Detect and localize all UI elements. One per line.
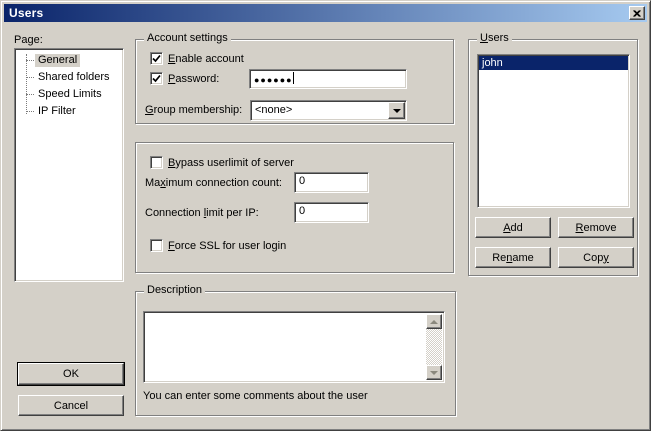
add-button[interactable]: Add <box>475 217 551 238</box>
scroll-up-button[interactable] <box>426 314 442 329</box>
force-ssl-checkbox[interactable]: Force SSL for user login <box>150 239 286 252</box>
scrollbar-track[interactable] <box>426 329 442 365</box>
page-tree[interactable]: General Shared folders Speed Limits IP F… <box>14 48 124 282</box>
vertical-scrollbar[interactable] <box>426 314 442 380</box>
checkbox-checked-icon <box>150 52 163 65</box>
users-group-label: Users <box>477 32 512 45</box>
cancel-button[interactable]: Cancel <box>18 395 124 416</box>
chevron-down-icon <box>393 109 401 113</box>
description-hint: You can enter some comments about the us… <box>143 390 368 403</box>
description-group-label: Description <box>144 284 205 297</box>
copy-button[interactable]: Copy <box>558 247 634 268</box>
account-settings-group-label: Account settings <box>144 32 231 45</box>
tree-item-shared-folders[interactable]: Shared folders <box>17 69 121 86</box>
checkbox-unchecked-icon <box>150 239 163 252</box>
checkbox-checked-icon <box>150 72 163 85</box>
password-checkbox[interactable]: Password: <box>150 72 219 85</box>
scroll-down-button[interactable] <box>426 365 442 380</box>
connection-limit-label: Connection limit per IP: <box>145 207 259 220</box>
password-input[interactable]: ●●●●●● <box>249 69 407 89</box>
tree-item-general[interactable]: General <box>17 52 121 69</box>
description-textarea[interactable] <box>143 311 445 383</box>
max-connection-input[interactable]: 0 <box>294 172 369 193</box>
users-group: Users john Add Remove Rename Copy <box>468 39 638 276</box>
title-bar[interactable]: Users <box>4 4 647 22</box>
tree-item-ip-filter[interactable]: IP Filter <box>17 103 121 120</box>
rename-button[interactable]: Rename <box>475 247 551 268</box>
arrow-down-icon <box>430 371 438 375</box>
enable-account-checkbox[interactable]: Enable account <box>150 52 244 65</box>
users-dialog: Users Page: General Shared folders Speed… <box>0 0 651 431</box>
close-icon <box>633 10 641 17</box>
bypass-userlimit-checkbox[interactable]: Bypass userlimit of server <box>150 156 294 169</box>
window-title: Users <box>4 6 43 20</box>
list-item[interactable]: john <box>479 56 628 70</box>
group-membership-select[interactable]: <none> <box>250 100 407 121</box>
remove-button[interactable]: Remove <box>558 217 634 238</box>
group-membership-label: Group membership: <box>145 104 242 117</box>
account-settings-group: Account settings Enable account Password… <box>135 39 454 124</box>
connection-limit-input[interactable]: 0 <box>294 202 369 223</box>
ok-button[interactable]: OK <box>17 362 125 386</box>
arrow-up-icon <box>430 320 438 324</box>
checkbox-unchecked-icon <box>150 156 163 169</box>
max-connection-label: Maximum connection count: <box>145 177 282 190</box>
limits-group: Bypass userlimit of server Maximum conne… <box>135 142 454 273</box>
close-button[interactable] <box>629 6 645 20</box>
users-listbox[interactable]: john <box>477 54 630 208</box>
combo-dropdown-button[interactable] <box>388 102 405 119</box>
description-group: Description You can enter some comments … <box>135 291 456 416</box>
tree-item-speed-limits[interactable]: Speed Limits <box>17 86 121 103</box>
page-label: Page: <box>14 34 43 47</box>
